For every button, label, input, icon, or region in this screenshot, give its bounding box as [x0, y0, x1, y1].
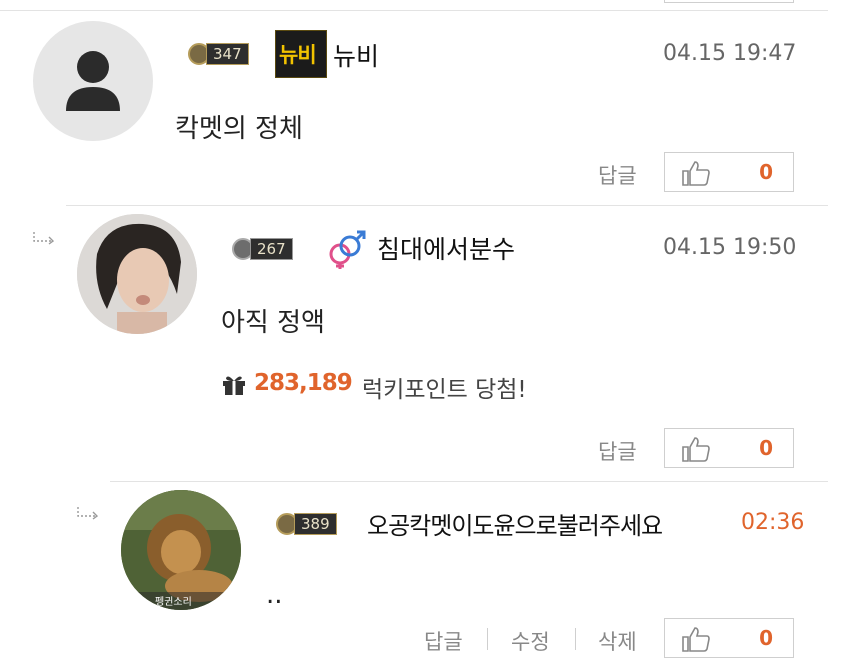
level-badge: 347 — [188, 41, 249, 67]
edit-button[interactable]: 수정 — [511, 626, 550, 656]
author-nickname[interactable]: 침대에서분수 — [377, 230, 515, 266]
lucky-points-value: 283,189 — [254, 370, 353, 396]
like-button[interactable]: 0 — [664, 152, 794, 192]
reply-button[interactable]: 답글 — [424, 626, 463, 656]
top-partial-like-box — [664, 0, 794, 3]
like-button[interactable]: 0 — [664, 618, 794, 658]
like-button[interactable]: 0 — [664, 428, 794, 468]
comment-divider — [66, 205, 828, 206]
reply-arrow-icon — [33, 232, 55, 245]
action-separator — [487, 628, 488, 650]
like-count: 0 — [759, 160, 773, 184]
gift-icon — [223, 376, 245, 395]
level-number: 347 — [206, 43, 249, 65]
delete-button[interactable]: 삭제 — [598, 626, 637, 656]
comment-time: 04.15 19:47 — [663, 41, 797, 66]
thumbs-up-icon — [682, 161, 710, 186]
like-count: 0 — [759, 626, 773, 650]
comment-divider — [110, 481, 828, 482]
reply-arrow-icon — [77, 507, 99, 520]
user-avatar-photo[interactable] — [77, 214, 197, 334]
reply-button[interactable]: 답글 — [598, 160, 637, 190]
default-avatar[interactable] — [33, 21, 153, 141]
thumbs-up-icon — [682, 437, 710, 462]
gender-icon — [329, 230, 366, 269]
top-divider — [0, 10, 828, 11]
newbie-tag-text: 뉴비 — [279, 43, 317, 67]
portrait-image — [77, 214, 197, 334]
user-silhouette-icon — [66, 51, 120, 111]
like-count: 0 — [759, 436, 773, 460]
thumbs-up-icon — [682, 627, 710, 652]
comment-text: 아직 정액 — [221, 308, 325, 338]
user-avatar-lion[interactable]: 펭귄소리 — [121, 490, 241, 610]
level-badge: 389 — [276, 511, 337, 537]
comment-time: 02:36 — [741, 510, 805, 535]
comment-text: 칵멧의 정체 — [175, 114, 303, 144]
avatar-caption: 펭귄소리 — [155, 597, 192, 608]
author-nickname[interactable]: 오공칵멧이도윤으로불러주세요 — [367, 506, 663, 541]
level-badge: 267 — [232, 236, 293, 262]
action-separator — [575, 628, 576, 650]
author-nickname[interactable]: 뉴비 — [333, 37, 379, 73]
newbie-tag: 뉴비 — [275, 30, 327, 78]
reply-button[interactable]: 답글 — [598, 436, 637, 466]
lucky-points-text: 럭키포인트 당첨! — [362, 377, 527, 403]
level-number: 389 — [294, 513, 337, 535]
comment-time: 04.15 19:50 — [663, 235, 797, 260]
lion-image — [121, 490, 241, 610]
comment-text: .. — [266, 580, 283, 610]
level-number: 267 — [250, 238, 293, 260]
